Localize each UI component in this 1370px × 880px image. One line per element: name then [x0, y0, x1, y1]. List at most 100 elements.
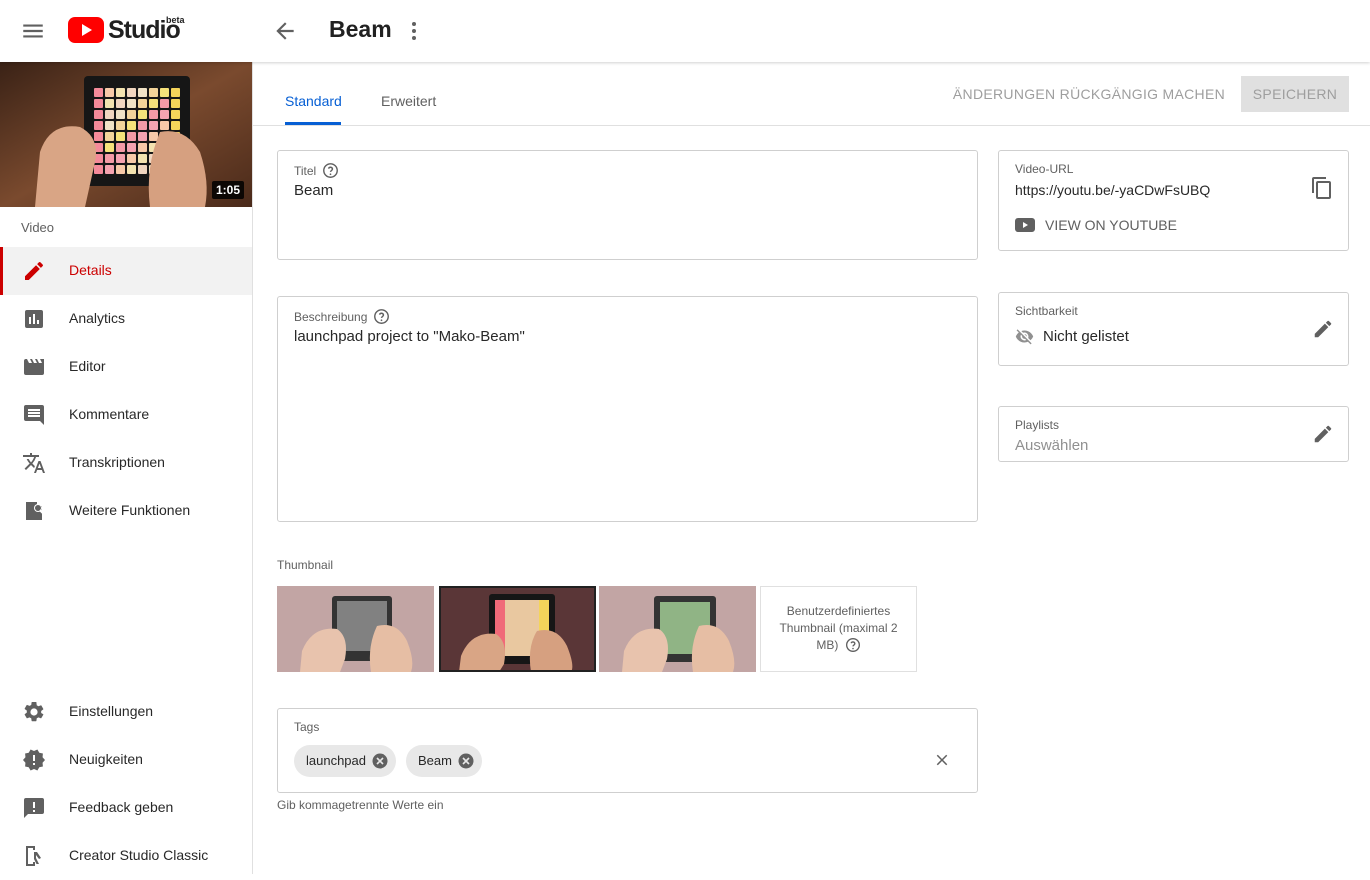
- launchpad-pad: [171, 121, 180, 130]
- sidebar-item-editor[interactable]: Editor: [0, 343, 252, 391]
- translate-icon: [22, 451, 46, 475]
- edit-pencil-icon[interactable]: [1312, 423, 1334, 445]
- launchpad-pad: [160, 110, 169, 119]
- sidebar-item-einstellungen[interactable]: Einstellungen: [0, 688, 252, 736]
- video-thumbnail[interactable]: 1:05: [0, 62, 252, 207]
- sidebar-item-details[interactable]: Details: [0, 247, 252, 295]
- sidebar-item-label: Kommentare: [69, 406, 150, 422]
- comment-icon: [22, 403, 46, 427]
- pencil-icon: [22, 259, 46, 283]
- launchpad-pad: [105, 154, 114, 163]
- sidebar-item-analytics[interactable]: Analytics: [0, 295, 252, 343]
- undo-changes-button[interactable]: ÄNDERUNGEN RÜCKGÄNGIG MACHEN: [953, 86, 1225, 102]
- tag-chip[interactable]: launchpad: [294, 745, 396, 777]
- launchpad-pad: [116, 99, 125, 108]
- sidebar-item-creator-studio-classic[interactable]: Creator Studio Classic: [0, 832, 252, 880]
- sidebar: 1:05 Video Details Analytics Editor Komm…: [0, 62, 253, 874]
- sidebar-item-label: Neuigkeiten: [69, 751, 143, 767]
- sidebar-item-neuigkeiten[interactable]: Neuigkeiten: [0, 736, 252, 784]
- edit-pencil-icon[interactable]: [1312, 318, 1334, 340]
- title-label: Titel: [294, 162, 339, 179]
- tab-erweitert[interactable]: Erweitert: [381, 93, 436, 109]
- sidebar-section-label: Video: [21, 220, 55, 235]
- tag-chip-label: Beam: [418, 753, 452, 768]
- tab-standard[interactable]: Standard: [285, 93, 342, 109]
- visibility-card[interactable]: Sichtbarkeit Nicht gelistet: [998, 292, 1349, 366]
- launchpad-pad: [116, 132, 125, 141]
- launchpad-pad: [149, 121, 158, 130]
- top-bar: Studio beta Beam: [0, 0, 1370, 62]
- clear-tags-icon[interactable]: [933, 751, 951, 769]
- help-icon[interactable]: [845, 637, 861, 653]
- playlists-card[interactable]: Playlists Auswählen: [998, 406, 1349, 462]
- thumbnail-option-3[interactable]: [599, 586, 756, 672]
- launchpad-pad: [94, 132, 103, 141]
- launchpad-pad: [94, 110, 103, 119]
- launchpad-pad: [105, 165, 114, 174]
- sidebar-item-transkriptionen[interactable]: Transkriptionen: [0, 439, 252, 487]
- remove-tag-icon[interactable]: [457, 752, 475, 770]
- video-url-link[interactable]: https://youtu.be/-yaCDwFsUBQ: [1015, 182, 1210, 198]
- visibility-value: Nicht gelistet: [1015, 327, 1129, 346]
- view-on-youtube-label: VIEW ON YOUTUBE: [1045, 217, 1177, 233]
- remove-tag-icon[interactable]: [371, 752, 389, 770]
- beta-badge: beta: [166, 15, 185, 25]
- launchpad-pad: [105, 121, 114, 130]
- launchpad-pad: [127, 143, 136, 152]
- sidebar-item-label: Transkriptionen: [69, 454, 165, 470]
- launchpad-pad: [127, 132, 136, 141]
- sidebar-item-label: Feedback geben: [69, 799, 174, 815]
- launchpad-pad: [105, 88, 114, 97]
- launchpad-pad: [138, 165, 147, 174]
- view-on-youtube-button[interactable]: VIEW ON YOUTUBE: [1015, 217, 1177, 233]
- help-icon[interactable]: [322, 162, 339, 179]
- youtube-play-icon: [68, 17, 104, 43]
- launchpad-pad: [149, 132, 158, 141]
- video-url-card: Video-URL https://youtu.be/-yaCDwFsUBQ V…: [998, 150, 1349, 251]
- launchpad-pad: [105, 99, 114, 108]
- launchpad-pad: [171, 99, 180, 108]
- playlists-label: Playlists: [1015, 418, 1060, 432]
- back-arrow-icon[interactable]: [272, 18, 298, 44]
- sidebar-item-label: Editor: [69, 358, 106, 374]
- launchpad-pad: [138, 121, 147, 130]
- sidebar-item-feedback-geben[interactable]: Feedback geben: [0, 784, 252, 832]
- tab-bar: Standard Erweitert ÄNDERUNGEN RÜCKGÄNGIG…: [253, 62, 1370, 126]
- bar-chart-icon: [22, 307, 46, 331]
- copy-icon[interactable]: [1310, 176, 1334, 200]
- main-content: Standard Erweitert ÄNDERUNGEN RÜCKGÄNGIG…: [253, 62, 1370, 874]
- description-label-text: Beschreibung: [294, 309, 368, 324]
- launchpad-pad: [94, 88, 103, 97]
- launchpad-pad: [127, 165, 136, 174]
- description-field[interactable]: Beschreibung launchpad project to "Mako-…: [277, 296, 978, 522]
- sidebar-item-label: Creator Studio Classic: [69, 847, 209, 863]
- launchpad-pad: [127, 154, 136, 163]
- youtube-icon: [1015, 218, 1035, 232]
- launchpad-pad: [149, 88, 158, 97]
- more-vert-icon[interactable]: [404, 18, 424, 44]
- launchpad-pad: [138, 143, 147, 152]
- launchpad-pad: [149, 110, 158, 119]
- custom-thumbnail-upload[interactable]: Benutzerdefiniertes Thumbnail (maximal 2…: [760, 586, 917, 672]
- thumbnail-option-1[interactable]: [277, 586, 434, 672]
- launchpad-pad: [105, 132, 114, 141]
- thumbnail-option-2[interactable]: [439, 586, 596, 672]
- tag-chip-label: launchpad: [306, 753, 366, 768]
- launchpad-pad: [116, 143, 125, 152]
- launchpad-pad: [94, 121, 103, 130]
- sidebar-item-kommentare[interactable]: Kommentare: [0, 391, 252, 439]
- launchpad-pad: [127, 99, 136, 108]
- sidebar-item-label: Details: [69, 262, 112, 278]
- eye-off-icon: [1015, 329, 1034, 345]
- sidebar-item-weitere-funktionen[interactable]: Weitere Funktionen: [0, 487, 252, 535]
- tag-chip[interactable]: Beam: [406, 745, 482, 777]
- save-button[interactable]: SPEICHERN: [1241, 76, 1349, 112]
- launchpad-pad: [116, 154, 125, 163]
- sidebar-item-label: Einstellungen: [69, 703, 154, 719]
- help-icon[interactable]: [373, 308, 390, 325]
- hamburger-menu-icon[interactable]: [20, 18, 46, 44]
- launchpad-pad: [138, 154, 147, 163]
- title-field[interactable]: Titel Beam: [277, 150, 978, 260]
- launchpad-pad: [127, 110, 136, 119]
- alert-badge-icon: [22, 748, 46, 772]
